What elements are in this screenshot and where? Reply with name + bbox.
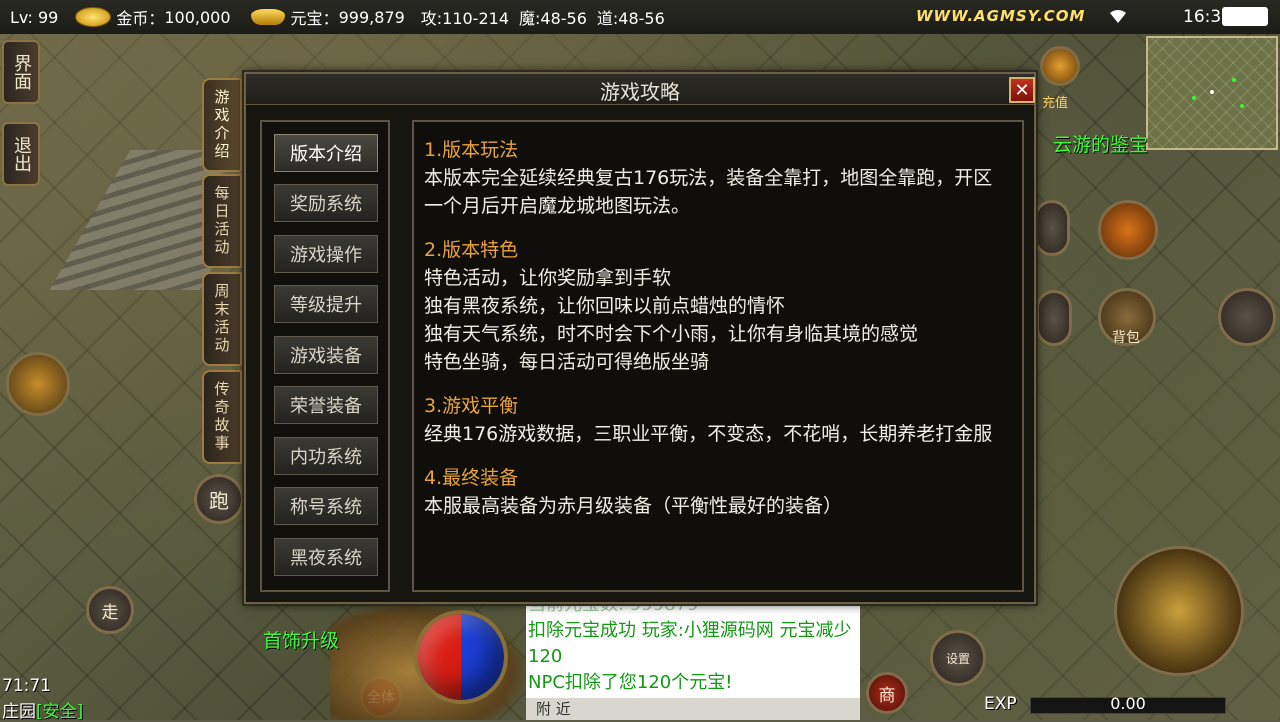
skill-star-icon[interactable] (1218, 288, 1276, 346)
dialog-title: 游戏攻略 (600, 80, 680, 104)
settings-gear-icon[interactable]: 设置 (930, 630, 986, 686)
section-title: 1.版本玩法 (424, 139, 519, 161)
magic-stat: 魔:48-56 (519, 9, 587, 28)
walk-button[interactable]: 走 (86, 586, 134, 634)
character-avatar-icon[interactable] (6, 352, 70, 416)
npc-name-label[interactable]: 云游的鉴宝 (1053, 130, 1148, 157)
sword-skill-icon[interactable] (1034, 200, 1070, 256)
recharge-icon[interactable] (1040, 46, 1080, 86)
nav-reward-system[interactable]: 奖励系统 (274, 184, 378, 222)
exp-value: 0.00 (1110, 694, 1146, 713)
nav-title-system[interactable]: 称号系统 (274, 487, 378, 525)
guide-content: 1.版本玩法 本版本完全延续经典复古176玩法，装备全靠打，地图全靠跑，开区一个… (412, 120, 1024, 592)
character-icon[interactable] (1036, 290, 1072, 346)
exit-button[interactable]: 退出 (2, 122, 40, 186)
chat-log[interactable]: 当前元宝数: 999879 扣除元宝成功 玩家:小狸源码网 元宝减少 120 N… (526, 606, 860, 698)
wifi-icon (1110, 9, 1126, 23)
attack-stat: 攻:110-214 (420, 9, 509, 28)
exp-label: EXP (984, 694, 1017, 714)
attack-weapon-button[interactable] (1114, 546, 1244, 676)
site-watermark: WWW.AGMSY.COM (916, 7, 1086, 25)
gold-ingot-icon (250, 9, 285, 25)
safe-zone-badge: [安全] (36, 702, 84, 722)
chat-channel-label: 附 近 (536, 700, 571, 718)
guide-section: 4.最终装备 本服最高装备为赤月级装备（平衡性最好的装备） (424, 464, 1010, 520)
gold-value: 100,000 (164, 7, 231, 27)
yuanbao-display: 元宝： 999,879 (250, 5, 405, 29)
yuanbao-value: 999,879 (338, 7, 405, 27)
section-text: 独有天气系统，时不时会下个小雨，让你有身临其境的感觉 (424, 323, 919, 345)
nav-game-controls[interactable]: 游戏操作 (274, 235, 378, 273)
chat-channel-tab[interactable]: 附 近 (526, 698, 860, 720)
section-text: 本服最高装备为赤月级装备（平衡性最好的装备） (424, 495, 843, 517)
tao-stat: 道:48-56 (596, 9, 665, 28)
shop-button[interactable]: 商 (866, 672, 908, 714)
gold-coins-icon (76, 8, 111, 26)
mount-horse-icon[interactable] (1098, 200, 1158, 260)
nav-level-up[interactable]: 等级提升 (274, 285, 378, 323)
section-text: 本版本完全延续经典复古176玩法，装备全靠打，地图全靠跑，开区一个月后开启魔龙城… (424, 167, 993, 217)
yuanbao-label: 元宝 (290, 9, 323, 28)
chat-line: 扣除元宝成功 玩家:小狸源码网 元宝减少 120 (528, 620, 852, 667)
guide-nav: 版本介绍 奖励系统 游戏操作 等级提升 游戏装备 荣誉装备 内功系统 称号系统 … (260, 120, 390, 592)
guide-section: 3.游戏平衡 经典176游戏数据，三职业平衡，不变态，不花哨，长期养老打金服 (424, 392, 1010, 448)
section-text: 特色坐骑，每日活动可得绝版坐骑 (424, 351, 710, 373)
section-title: 3.游戏平衡 (424, 395, 519, 417)
section-text: 经典176游戏数据，三职业平衡，不变态，不花哨，长期养老打金服 (424, 423, 993, 445)
level-indicator: Lv: 99 (10, 7, 59, 27)
minimap[interactable] (1146, 36, 1278, 150)
guide-section: 1.版本玩法 本版本完全延续经典复古176玩法，装备全靠打，地图全靠跑，开区一个… (424, 136, 1010, 220)
map-coordinates: 71:71 (2, 676, 51, 696)
necklace-upgrade-label[interactable]: 首饰升级 (263, 626, 339, 653)
nav-inner-power[interactable]: 内功系统 (274, 437, 378, 475)
game-guide-dialog: 游戏攻略 ✕ 版本介绍 奖励系统 游戏操作 等级提升 游戏装备 荣誉装备 内功系… (244, 72, 1036, 604)
section-text: 特色活动，让你奖励拿到手软 (424, 267, 672, 289)
guide-section: 2.版本特色 特色活动，让你奖励拿到手软 独有黑夜系统，让你回味以前点蜡烛的情怀… (424, 236, 1010, 376)
chat-line: NPC扣除了您120个元宝! (528, 672, 733, 693)
status-bar: Lv: 99 金币： 100,000 元宝： 999,879 攻:110-214 魔… (0, 0, 1280, 34)
exp-bar: EXP 0.00 (984, 694, 1244, 716)
battery-icon (1222, 7, 1268, 26)
tab-daily-events[interactable]: 每日活动 (202, 174, 242, 268)
nav-honor-equipment[interactable]: 荣誉装备 (274, 386, 378, 424)
recharge-label: 充值 (1042, 96, 1069, 111)
gold-display: 金币： 100,000 (76, 5, 231, 29)
map-location: 庄园[安全] (2, 702, 84, 722)
nav-night-system[interactable]: 黑夜系统 (274, 538, 378, 576)
nav-version-intro[interactable]: 版本介绍 (274, 134, 378, 172)
nav-equipment[interactable]: 游戏装备 (274, 336, 378, 374)
tab-weekend-events[interactable]: 周末活动 (202, 272, 242, 366)
bag-label: 背包 (1112, 330, 1140, 346)
chat-line-faded: 当前元宝数: 999879 (528, 606, 860, 618)
section-text: 独有黑夜系统，让你回味以前点蜡烛的情怀 (424, 295, 786, 317)
hp-mp-orb (414, 610, 508, 704)
tab-legend-story[interactable]: 传奇故事 (202, 370, 242, 464)
section-title: 2.版本特色 (424, 239, 519, 261)
dialog-header: 游戏攻略 ✕ (246, 74, 1035, 105)
close-button[interactable]: ✕ (1009, 77, 1035, 103)
run-button[interactable]: 跑 (194, 474, 244, 524)
gold-label: 金币 (116, 9, 149, 28)
interface-button[interactable]: 界面 (2, 40, 40, 104)
tab-game-intro[interactable]: 游戏介绍 (202, 78, 242, 172)
section-title: 4.最终装备 (424, 467, 519, 489)
